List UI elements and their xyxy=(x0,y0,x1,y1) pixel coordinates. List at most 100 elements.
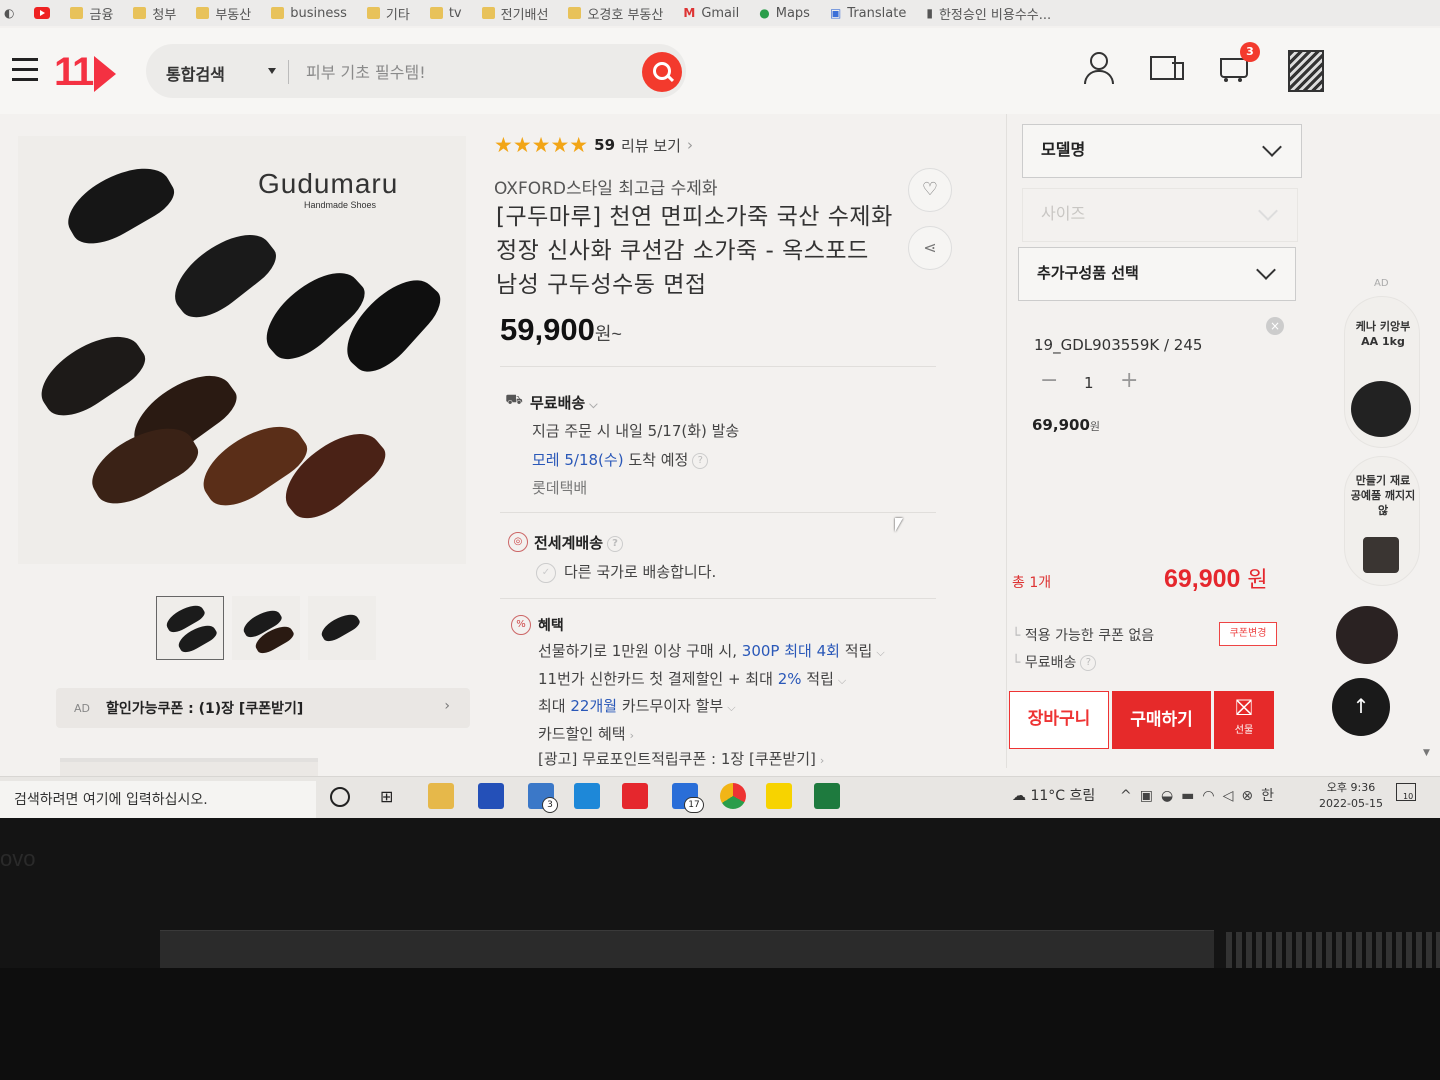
recent-viewed-thumbnail[interactable] xyxy=(1288,50,1324,92)
ad-rail: AD 케나 키앙부 AA 1kg 만들기 재료 공예품 깨지지 않 xyxy=(1344,272,1420,602)
bookmarks-bar: ◐ 금융 청부 부동산 business 기타 tv 전기배선 오경호 부동산 … xyxy=(0,0,1440,26)
review-count: 59 xyxy=(594,136,616,154)
ad-product-image xyxy=(1351,381,1411,437)
system-tray-icons[interactable]: ^▣◒▬◠◁⊗한 xyxy=(1120,785,1282,805)
hamburger-menu-icon[interactable] xyxy=(12,58,38,82)
bookmark-folder[interactable]: tv xyxy=(429,5,462,21)
bookmark-folder[interactable]: 금융 xyxy=(70,4,113,23)
coupon-change-button[interactable]: 쿠폰변경 xyxy=(1219,622,1277,646)
global-shipping-option[interactable]: ✓ 다른 국가로 배송합니다. xyxy=(536,561,716,583)
scroll-top-icon[interactable]: ↑ xyxy=(1332,678,1390,736)
bookmark-folder[interactable]: business xyxy=(271,6,347,21)
ime-indicator[interactable]: 한 xyxy=(1261,788,1282,804)
benefit-card-offers[interactable]: 카드할인 혜택 › xyxy=(538,723,634,744)
bookmark-globe[interactable]: ◐ xyxy=(4,6,14,20)
laptop-hinge xyxy=(160,930,1214,972)
caret-down-icon[interactable] xyxy=(268,68,276,74)
thumbnail-3[interactable] xyxy=(308,596,376,660)
excel-icon[interactable] xyxy=(814,783,840,809)
ad-product-image[interactable] xyxy=(1336,606,1398,664)
clock[interactable]: 오후 9:36 2022-05-15 xyxy=(1318,777,1384,812)
chrome-icon[interactable] xyxy=(720,783,746,809)
cortana-icon[interactable] xyxy=(330,787,350,807)
benefit-installment[interactable]: 최대 22개월 카드무이자 할부 ⌵ xyxy=(538,695,736,716)
product-title: [구두마루] 천연 면피소가죽 국산 수제화 정장 신사화 쿠션감 소가죽 - … xyxy=(496,204,893,298)
rating-row[interactable]: ★★★★★ 59 리뷰 보기 › xyxy=(494,133,693,157)
l-app-icon[interactable] xyxy=(574,783,600,809)
bookmark-maps[interactable]: ● Maps xyxy=(759,6,810,21)
benefit-card-discount[interactable]: 11번가 신한카드 첫 결제할인 + 최대 2% 적립 ⌵ xyxy=(538,668,846,689)
benefit-text: 최대 xyxy=(538,697,566,715)
user-icon[interactable] xyxy=(1080,50,1116,86)
help-icon[interactable]: ? xyxy=(1080,655,1097,671)
quantity-value[interactable]: 1 xyxy=(1084,374,1094,392)
search-bar: 통합검색 xyxy=(146,44,686,98)
thumbnail-1[interactable] xyxy=(156,596,224,660)
remove-icon[interactable]: × xyxy=(1266,317,1284,335)
buy-now-button[interactable]: 구매하기 xyxy=(1112,691,1211,749)
bookmark-folder[interactable]: 부동산 xyxy=(196,4,251,23)
chevron-right-icon: › xyxy=(444,698,450,714)
help-icon[interactable]: ? xyxy=(692,452,709,469)
bookmark-page[interactable]: ▮ 한정승인 비용수수... xyxy=(926,4,1051,23)
delivery-truck-icon[interactable] xyxy=(1148,50,1184,86)
task-view-icon[interactable]: ⊞ xyxy=(380,787,393,806)
benefits-title: 혜택 xyxy=(538,618,564,634)
bookmark-label: tv xyxy=(448,5,462,21)
model-select-label: 모델명 xyxy=(1041,140,1086,159)
share-icon[interactable]: ⋖ xyxy=(908,226,952,270)
bookmark-gmail[interactable]: M Gmail xyxy=(683,6,739,21)
benefit-text: 적립 xyxy=(806,670,834,688)
extra-select-label: 추가구성품 선택 xyxy=(1037,264,1139,282)
mouse-cursor-icon xyxy=(895,518,903,532)
help-icon[interactable]: ? xyxy=(607,535,624,552)
bookmark-youtube[interactable] xyxy=(34,7,51,19)
kakaotalk-icon[interactable] xyxy=(766,783,792,809)
clock-time: 오후 9:36 xyxy=(1326,781,1376,794)
extra-item-select[interactable]: 추가구성품 선택 xyxy=(1018,247,1296,301)
scroll-down-icon[interactable]: ▼ xyxy=(1423,748,1430,758)
check-circle-icon[interactable]: ✓ xyxy=(536,562,556,583)
file-explorer-icon[interactable] xyxy=(428,783,454,809)
benefit-ad-coupon[interactable]: [광고] 무료포인트적립쿠폰 : 1장 [쿠폰받기] › xyxy=(538,748,824,769)
quantity-minus-button[interactable]: − xyxy=(1040,368,1058,393)
gift-label: 선물 xyxy=(1234,725,1254,736)
gift-button[interactable]: ⛝ 선물 xyxy=(1214,691,1274,749)
bookmark-folder[interactable]: 기타 xyxy=(366,4,410,23)
thumbnail-2[interactable] xyxy=(232,596,300,660)
store-icon[interactable] xyxy=(478,783,504,809)
product-main-image[interactable]: Gudumaru Handmade Shoes xyxy=(18,136,466,564)
benefit-gift[interactable]: 선물하기로 1만원 이상 구매 시, 300P 최대 4회 적립 ⌵ xyxy=(538,640,885,661)
coupon-banner[interactable]: AD 할인가능쿠폰 : (1)장 [쿠폰받기] › xyxy=(56,688,470,728)
arrival-date: 모레 5/18(수) xyxy=(532,451,624,469)
benefit-text: 카드할인 혜택 xyxy=(538,725,626,743)
add-to-cart-button[interactable]: 장바구니 xyxy=(1009,691,1109,749)
ad-card-2[interactable]: 만들기 재료 공예품 깨지지 않 xyxy=(1344,456,1420,586)
review-link[interactable]: 리뷰 보기 xyxy=(621,135,681,156)
bookmark-label: 오경호 부동산 xyxy=(587,7,664,23)
bookmark-translate[interactable]: ▣ Translate xyxy=(830,6,906,21)
search-category-select[interactable]: 통합검색 xyxy=(166,61,225,85)
search-input[interactable] xyxy=(306,58,626,86)
model-select[interactable]: 모델명 xyxy=(1022,124,1302,178)
weather-widget[interactable]: ☁ 11°C 흐림 xyxy=(1012,785,1095,805)
bookmark-folder[interactable]: 전기배선 xyxy=(481,4,548,23)
site-logo[interactable]: 11 xyxy=(54,50,117,95)
benefit-text: 카드무이자 할부 xyxy=(621,697,724,715)
delivery-title[interactable]: 무료배송 ⌵ xyxy=(530,392,598,413)
bookmark-folder[interactable]: 청부 xyxy=(133,4,176,23)
tree-branch-icon: └ xyxy=(1012,655,1021,671)
heart-icon[interactable]: ♡ xyxy=(908,168,952,212)
bookmark-folder[interactable]: 오경호 부동산 xyxy=(568,4,663,23)
windows-search-input[interactable]: 검색하려면 여기에 입력하십시오. xyxy=(0,781,316,818)
search-icon[interactable] xyxy=(642,52,682,92)
quantity-plus-button[interactable]: + xyxy=(1120,368,1138,393)
ad-card-1[interactable]: 케나 키앙부 AA 1kg xyxy=(1344,296,1420,448)
notification-icon[interactable]: 10 xyxy=(1396,783,1416,801)
11st-app-icon[interactable] xyxy=(622,783,648,809)
ad-card-text: 만들기 재료 공예품 깨지지 않 xyxy=(1350,474,1416,517)
bookmark-label: Translate xyxy=(847,5,907,21)
benefit-highlight: 2% xyxy=(777,670,802,688)
product-price: 59,900원~ xyxy=(500,312,622,348)
bookmark-label: 청부 xyxy=(152,7,177,23)
